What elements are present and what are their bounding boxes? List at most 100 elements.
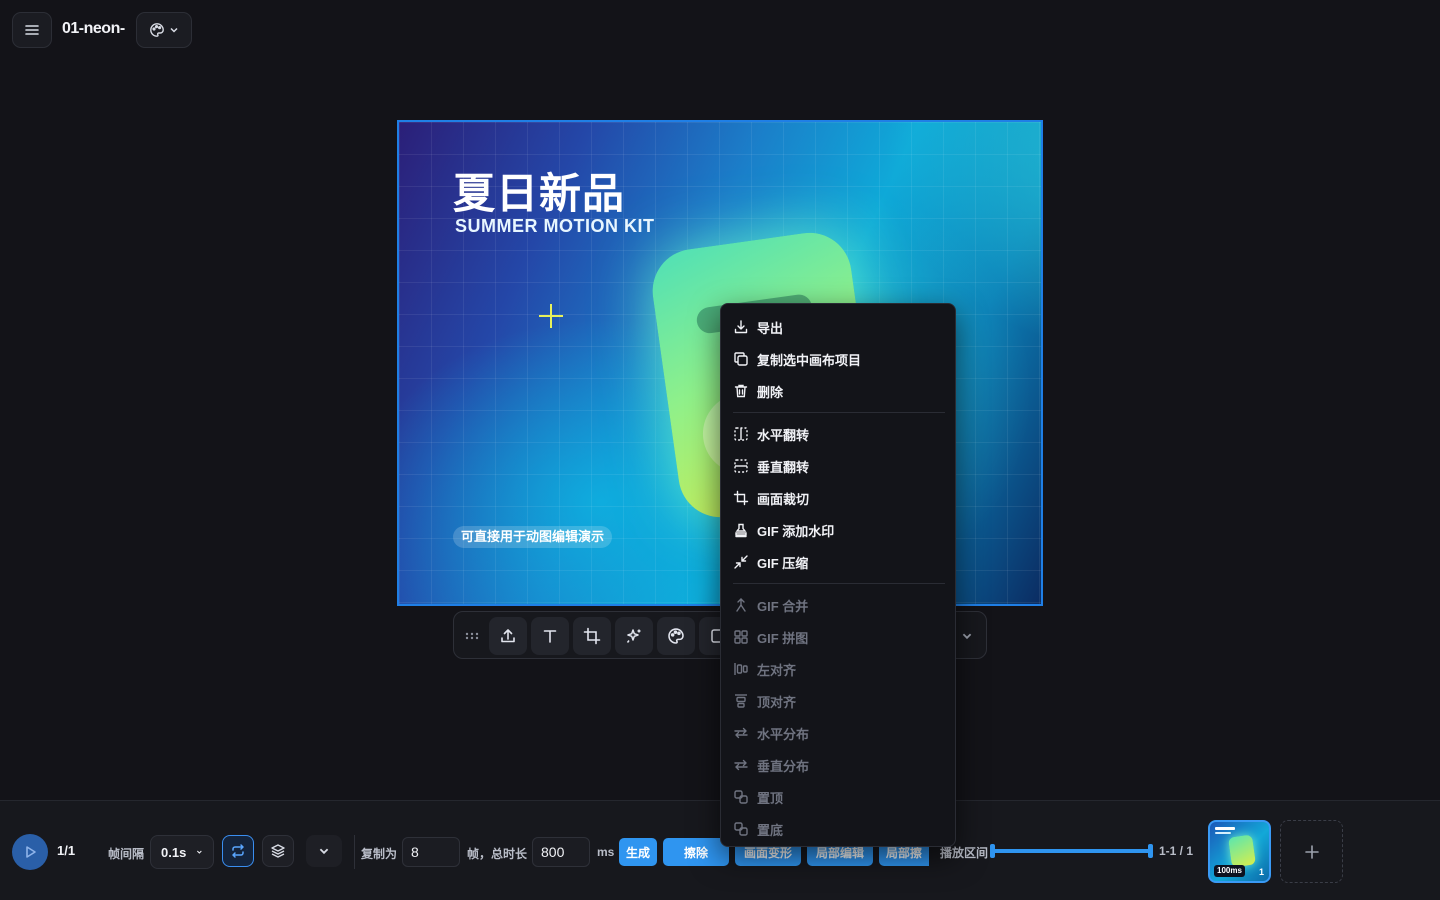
copy-count-input[interactable] <box>402 837 460 867</box>
menu-item-label: GIF 合并 <box>757 598 809 614</box>
divider <box>354 835 355 869</box>
thumb-title-mark <box>1215 827 1235 830</box>
menu-item-label: 左对齐 <box>757 662 797 678</box>
chevron-down-icon <box>170 27 178 33</box>
canvas-subtitle[interactable]: SUMMER MOTION KIT <box>455 216 655 237</box>
theme-button[interactable] <box>136 12 192 48</box>
hamburger-icon <box>25 25 39 35</box>
menu-item-distribute-horizontal: 水平分布 <box>733 719 945 747</box>
menu-button[interactable] <box>12 12 52 48</box>
plus-icon <box>1304 844 1319 859</box>
menu-item-merge: GIF 合并 <box>733 591 945 619</box>
menu-item-align-top: 顶对齐 <box>733 687 945 715</box>
flip-horizontal-icon <box>734 427 748 441</box>
range-value: 1-1 / 1 <box>1159 844 1194 858</box>
file-name: 01-neon- <box>62 20 125 37</box>
grip-icon[interactable] <box>464 628 480 644</box>
canvas-title[interactable]: 夏日新品 <box>453 160 625 221</box>
range-start-handle[interactable] <box>990 844 995 858</box>
menu-item-label: 置底 <box>757 822 784 838</box>
range-end-handle[interactable] <box>1148 844 1153 858</box>
menu-item-label: 垂直翻转 <box>757 459 810 475</box>
loop-icon <box>232 844 244 858</box>
upload-icon <box>501 629 515 643</box>
menu-item-copy[interactable]: 复制选中画布项目 <box>733 345 945 373</box>
bring-front-icon <box>734 790 748 804</box>
menu-item-label: GIF 压缩 <box>757 555 809 571</box>
loop-toggle[interactable] <box>222 835 254 867</box>
range-slider-track[interactable] <box>992 849 1152 853</box>
thumb-subtitle-mark <box>1215 832 1231 834</box>
menu-item-label: 画面裁切 <box>757 491 810 507</box>
layers-icon <box>271 844 285 858</box>
crop-tool-button[interactable] <box>573 617 611 655</box>
play-button[interactable] <box>12 834 48 870</box>
context-menu: 导出 复制选中画布项目 删除 水平翻转 垂直翻转 画面裁切 GIF 添加水印 G… <box>720 303 956 847</box>
menu-item-bring-front: 置顶 <box>733 783 945 811</box>
menu-item-label: 复制选中画布项目 <box>757 352 862 368</box>
interval-label: 帧间隔 <box>108 847 145 861</box>
flip-vertical-icon <box>734 459 748 473</box>
thumb-card <box>1228 834 1256 868</box>
menu-item-watermark[interactable]: GIF 添加水印 <box>733 516 945 544</box>
total-label: 帧，总时长 <box>467 847 528 861</box>
menu-item-label: 水平翻转 <box>757 427 810 443</box>
chevron-down-icon <box>319 848 329 855</box>
menu-item-label: 顶对齐 <box>757 694 797 710</box>
menu-item-label: 删除 <box>757 384 784 400</box>
grid-icon <box>734 630 748 644</box>
menu-item-distribute-vertical: 垂直分布 <box>733 751 945 779</box>
menu-item-collage: GIF 拼图 <box>733 623 945 651</box>
magic-button[interactable] <box>615 617 653 655</box>
crop-icon <box>733 490 749 506</box>
color-button[interactable] <box>657 617 695 655</box>
frame-thumbnail[interactable]: 100ms 1 <box>1208 820 1271 883</box>
align-top-icon <box>735 694 747 708</box>
merge-icon <box>736 598 746 612</box>
frame-duration-badge: 100ms <box>1214 865 1245 877</box>
distribute-horizontal-icon <box>734 727 748 739</box>
menu-item-label: 导出 <box>757 320 784 336</box>
trash-icon <box>734 384 748 398</box>
menu-item-flip-vertical[interactable]: 垂直翻转 <box>733 452 945 480</box>
erase-button[interactable]: 擦除 <box>663 838 729 866</box>
text-icon <box>543 630 557 643</box>
align-left-icon <box>734 663 748 675</box>
menu-item-crop[interactable]: 画面裁切 <box>733 484 945 512</box>
text-tool-button[interactable] <box>531 617 569 655</box>
menu-item-send-back: 置底 <box>733 815 945 843</box>
menu-item-align-left: 左对齐 <box>733 655 945 683</box>
menu-item-label: 置顶 <box>757 790 784 806</box>
add-frame-button[interactable] <box>1280 820 1343 883</box>
menu-item-label: GIF 添加水印 <box>757 523 835 539</box>
palette-icon <box>150 23 164 37</box>
copy-label: 复制为 <box>361 847 398 861</box>
chevron-down-icon[interactable] <box>961 630 973 642</box>
upload-button[interactable] <box>489 617 527 655</box>
distribute-vertical-icon <box>734 759 748 771</box>
menu-item-export[interactable]: 导出 <box>733 313 945 341</box>
ms-label: ms <box>597 845 615 859</box>
layers-button[interactable] <box>262 835 294 867</box>
chevron-down-icon <box>197 850 203 854</box>
menu-item-delete[interactable]: 删除 <box>733 377 945 405</box>
crop-icon <box>583 627 601 645</box>
menu-item-flip-horizontal[interactable]: 水平翻转 <box>733 420 945 448</box>
crosshair-icon <box>539 304 563 328</box>
sparkle-icon <box>626 629 641 643</box>
play-icon <box>26 846 36 858</box>
menu-separator <box>733 583 945 584</box>
stamp-icon <box>735 523 747 538</box>
menu-separator <box>733 412 945 413</box>
menu-item-label: 垂直分布 <box>757 758 810 774</box>
menu-item-compress[interactable]: GIF 压缩 <box>733 548 945 576</box>
canvas-caption[interactable]: 可直接用于动图编辑演示 <box>453 526 613 548</box>
expand-button[interactable] <box>306 835 342 867</box>
frame-index: 1 <box>1258 867 1264 877</box>
shrink-icon <box>734 555 748 569</box>
interval-select[interactable]: 0.1s <box>150 835 214 869</box>
menu-item-label: GIF 拼图 <box>757 630 809 646</box>
total-duration-input[interactable] <box>532 837 590 867</box>
generate-button[interactable]: 生成 <box>619 838 657 866</box>
interval-value: 0.1s <box>161 844 187 860</box>
